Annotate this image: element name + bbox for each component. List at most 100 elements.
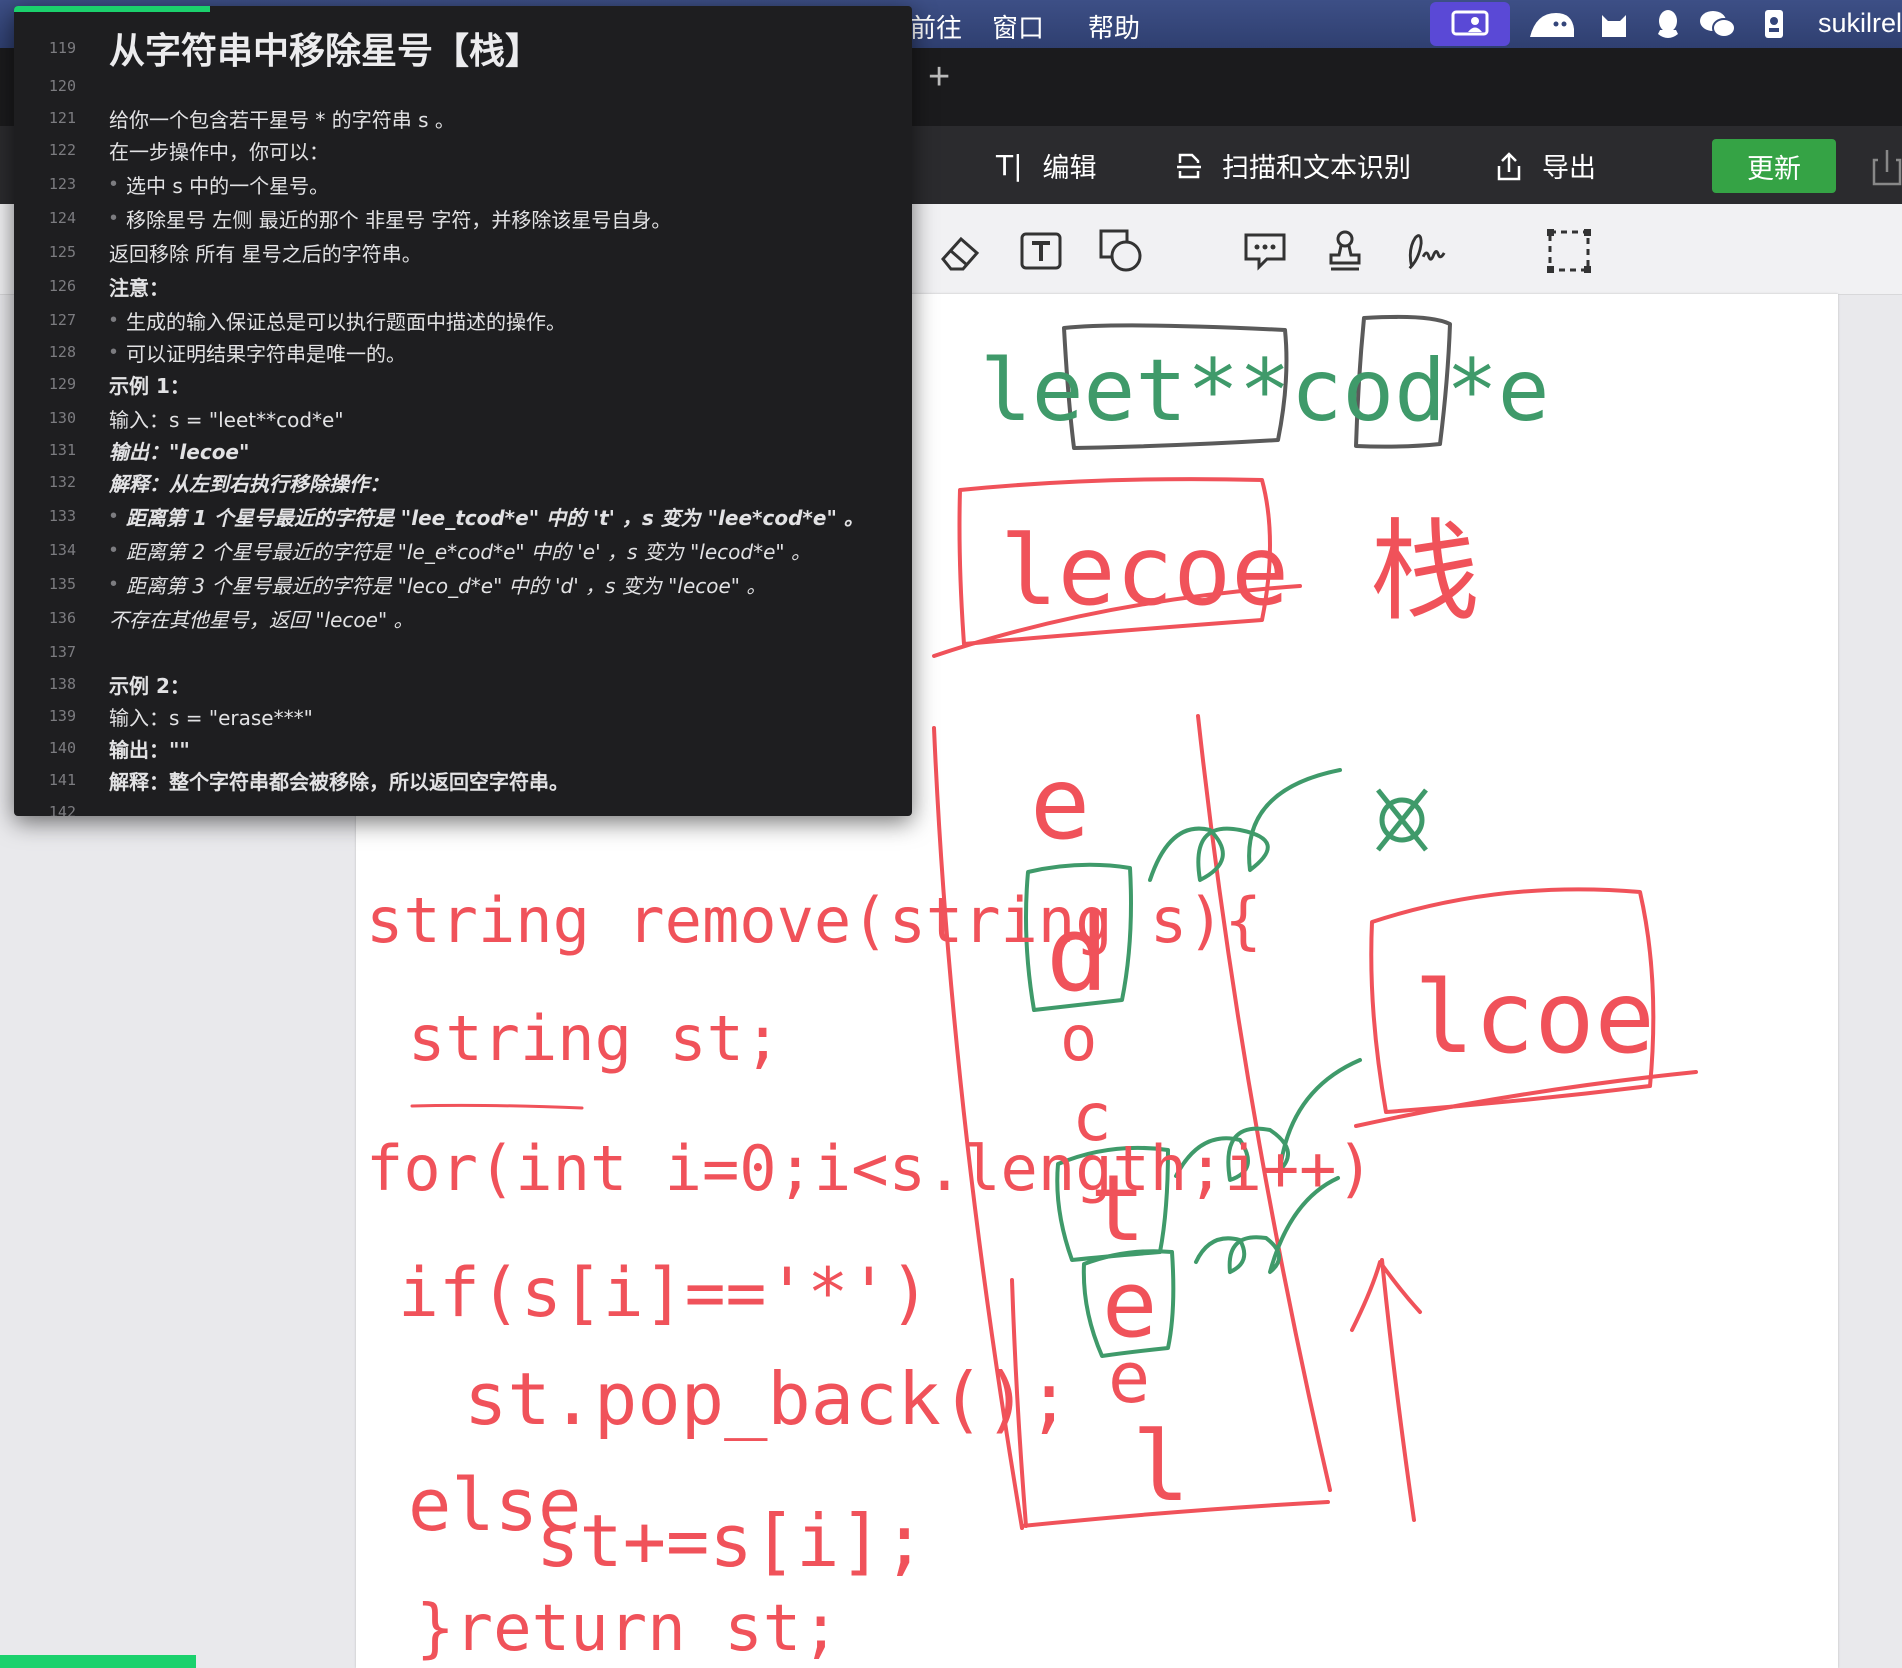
editor-line[interactable]: 119 从字符串中移除星号【栈】 — [14, 31, 912, 72]
line-number: 132 — [48, 473, 76, 491]
editor-accent-bar-bottom — [0, 1655, 196, 1668]
editor-line[interactable]: 126 注意： — [14, 270, 912, 302]
editor-line[interactable]: 142 — [14, 796, 912, 816]
line-content: 输出："" — [109, 737, 190, 762]
bullet-icon: • — [110, 504, 118, 527]
bullet-icon: • — [110, 172, 118, 195]
markdown-editor-window[interactable]: 119 从字符串中移除星号【栈】 120 121 给你一个包含若干星号 * 的字符串 s… — [14, 6, 912, 816]
editor-line[interactable]: 129 示例 1： — [14, 368, 912, 400]
editor-line-text: 示例 1： — [109, 370, 190, 399]
editor-line[interactable]: 139 输入：s = "erase***" — [14, 700, 912, 732]
up-arrow-stroke — [1350, 1258, 1422, 1522]
editor-line-text: 返回移除 所有 星号之后的字符串。 — [109, 238, 422, 267]
editor-line[interactable]: 127 • 生成的输入保证总是可以执行题面中描述的操作。 — [14, 304, 912, 336]
editor-line-text: 距离第 2 个星号最近的字符是 "le_e*cod*e" 中的 'e' ，s 变… — [126, 536, 811, 565]
line-number: 123 — [48, 175, 76, 193]
line-content: 不存在其他星号，返回 "lecoe" 。 — [109, 607, 414, 632]
line-number: 122 — [48, 141, 76, 159]
bullet-icon: • — [110, 538, 118, 561]
editor-line[interactable]: 138 示例 2： — [14, 668, 912, 700]
line-number: 121 — [48, 109, 76, 127]
editor-line[interactable]: 121 给你一个包含若干星号 * 的字符串 s 。 — [14, 102, 912, 134]
editor-line-text: 示例 2： — [109, 670, 190, 699]
editor-line[interactable]: 132 解释：从左到右执行移除操作： — [14, 466, 912, 498]
editor-line[interactable]: 141 解释：整个字符串都会被移除，所以返回空字符串。 — [14, 764, 912, 796]
bullet-icon: • — [110, 206, 118, 229]
line-number: 135 — [48, 575, 76, 593]
line-number: 140 — [48, 739, 76, 757]
editor-line-text: 可以证明结果字符串是唯一的。 — [126, 338, 406, 367]
editor-line-text: 输入：s = "erase***" — [109, 702, 313, 731]
line-content: 输入：s = "erase***" — [109, 705, 313, 730]
line-number: 128 — [48, 343, 76, 361]
editor-line[interactable]: 123 • 选中 s 中的一个星号。 — [14, 168, 912, 200]
line-content: 示例 2： — [109, 673, 190, 698]
editor-line-text: 注意： — [109, 272, 169, 301]
editor-line[interactable]: 134 • 距离第 2 个星号最近的字符是 "le_e*cod*e" 中的 'e' … — [14, 534, 912, 566]
line-content: 解释：从左到右执行移除操作： — [109, 471, 389, 496]
editor-line[interactable]: 133 • 距离第 1 个星号最近的字符是 "lee_tcod*e" 中的 't' … — [14, 500, 912, 532]
line-content: 输入：s = "leet**cod*e" — [109, 407, 344, 432]
line-number: 129 — [48, 375, 76, 393]
editor-line[interactable]: 130 输入：s = "leet**cod*e" — [14, 402, 912, 434]
line-content: 返回移除 所有 星号之后的字符串。 — [109, 241, 422, 266]
line-content: 距离第 2 个星号最近的字符是 "le_e*cod*e" 中的 'e' ，s 变… — [126, 539, 811, 564]
editor-line[interactable]: 140 输出："" — [14, 732, 912, 764]
editor-line[interactable]: 120 — [14, 70, 912, 102]
stack-right-stroke — [1196, 714, 1332, 1492]
editor-line[interactable]: 136 不存在其他星号，返回 "lecoe" 。 — [14, 602, 912, 634]
line-number: 119 — [48, 39, 76, 57]
cross-mark-icon — [1376, 788, 1428, 852]
code-underline-stroke — [410, 1103, 584, 1110]
code-line: string st; — [408, 1002, 781, 1075]
code-line: if(s[i]=='*') — [398, 1254, 930, 1333]
final-result-text: lcoe — [1414, 959, 1655, 1076]
line-number: 141 — [48, 771, 76, 789]
editor-line-text: 选中 s 中的一个星号。 — [126, 170, 329, 199]
editor-line-text: 移除星号 左侧 最近的那个 非星号 字符，并移除该星号自身。 — [126, 204, 671, 233]
loop-arrow-stroke — [1148, 768, 1342, 882]
editor-line[interactable]: 122 在一步操作中，你可以： — [14, 134, 912, 166]
code-line: for(int i=0;i<s.length;i++) — [366, 1132, 1374, 1205]
line-number: 136 — [48, 609, 76, 627]
stack-char: e — [1108, 1337, 1150, 1419]
code-line: st.pop_back(); — [464, 1357, 1071, 1441]
stack-char: o — [1060, 1002, 1097, 1075]
line-number: 120 — [48, 77, 76, 95]
line-number: 127 — [48, 311, 76, 329]
editor-line[interactable]: 125 返回移除 所有 星号之后的字符串。 — [14, 236, 912, 268]
line-content: 选中 s 中的一个星号。 — [126, 173, 330, 198]
line-number: 137 — [48, 643, 76, 661]
line-content: 移除星号 左侧 最近的那个 非星号 字符，并移除该星号自身。 — [126, 207, 672, 232]
line-number: 130 — [48, 409, 76, 427]
line-number: 125 — [48, 243, 76, 261]
line-content: 给你一个包含若干星号 * 的字符串 s 。 — [109, 107, 455, 132]
line-content: 示例 1： — [109, 373, 190, 398]
line-content: 可以证明结果字符串是唯一的。 — [126, 341, 406, 366]
editor-line[interactable]: 128 • 可以证明结果字符串是唯一的。 — [14, 336, 912, 368]
editor-line[interactable]: 124 • 移除星号 左侧 最近的那个 非星号 字符，并移除该星号自身。 — [14, 202, 912, 234]
editor-line-text: 给你一个包含若干星号 * 的字符串 s 。 — [109, 104, 455, 133]
line-number: 131 — [48, 441, 76, 459]
editor-line-text: 解释：整个字符串都会被移除，所以返回空字符串。 — [109, 766, 569, 795]
editor-line[interactable]: 135 • 距离第 3 个星号最近的字符是 "leco_d*e" 中的 'd' ，s… — [14, 568, 912, 600]
green-example-text: leet**cod*e — [980, 341, 1550, 441]
line-number: 124 — [48, 209, 76, 227]
line-content: 距离第 3 个星号最近的字符是 "leco_d*e" 中的 'd' ，s 变为 … — [126, 573, 767, 598]
line-number: 134 — [48, 541, 76, 559]
editor-line[interactable]: 131 输出："lecoe" — [14, 434, 912, 466]
line-content: 在一步操作中，你可以： — [109, 139, 329, 164]
line-content: 注意： — [109, 275, 169, 300]
editor-line-text: 距离第 1 个星号最近的字符是 "lee_tcod*e" 中的 't' ，s 变… — [126, 502, 864, 531]
editor-line-text: 输入：s = "leet**cod*e" — [109, 404, 344, 433]
editor-line-text: 解释：从左到右执行移除操作： — [109, 468, 389, 497]
bullet-icon: • — [110, 340, 118, 363]
line-number: 138 — [48, 675, 76, 693]
editor-line[interactable]: 137 — [14, 636, 912, 668]
line-content: 距离第 1 个星号最近的字符是 "lee_tcod*e" 中的 't' ，s 变… — [126, 505, 864, 530]
code-line: string remove(string s){ — [366, 884, 1262, 957]
line-number: 139 — [48, 707, 76, 725]
handwritten-code: string remove(string s){ string st; for(… — [366, 884, 1374, 1666]
code-line: }return st; — [416, 1592, 840, 1666]
editor-line-text: 生成的输入保证总是可以执行题面中描述的操作。 — [126, 306, 566, 335]
